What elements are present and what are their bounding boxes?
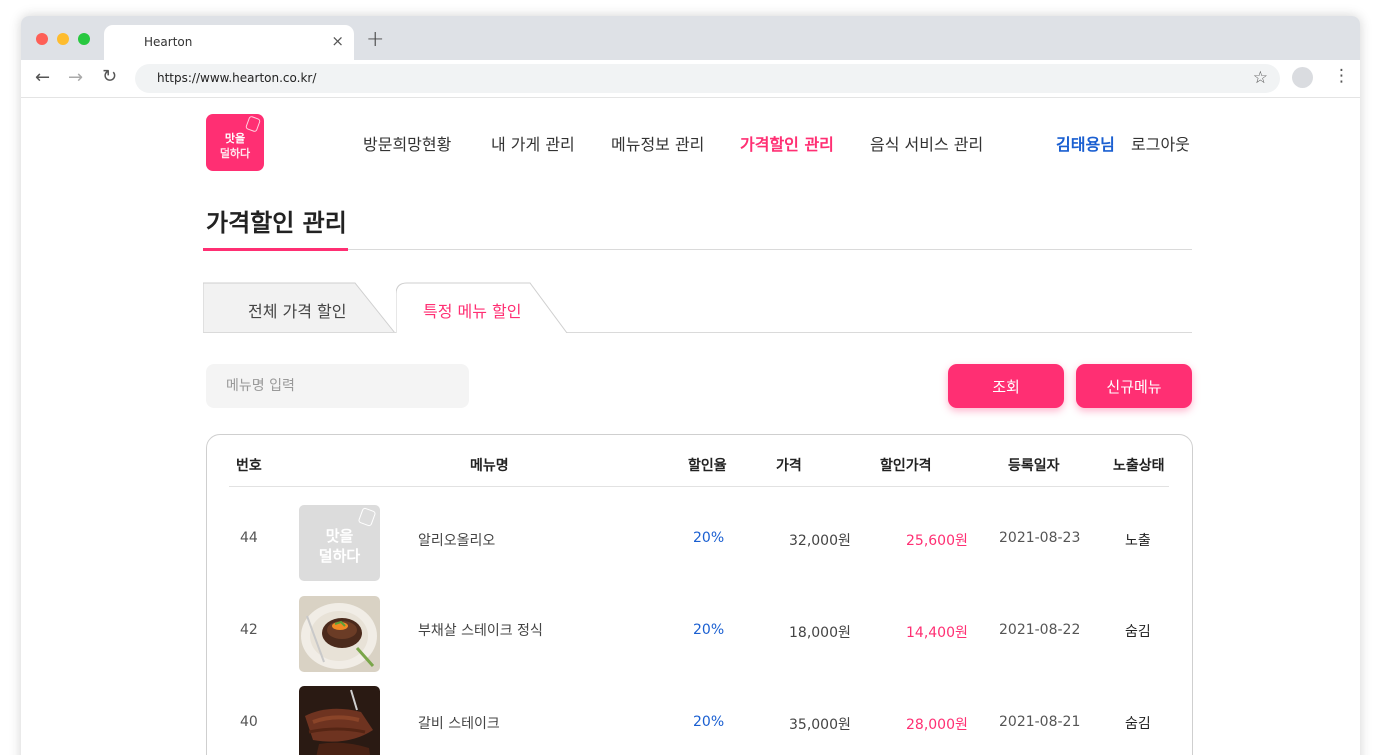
cell-menu-name[interactable]: 갈비 스테이크: [418, 713, 500, 733]
steak-plate-photo[interactable]: [299, 596, 380, 672]
cell-reg-date: 2021-08-21: [999, 714, 1081, 730]
cell-price: 32,000원: [789, 533, 851, 549]
cell-discount-price: 14,400원: [906, 625, 968, 641]
user-name[interactable]: 김태용님: [1056, 131, 1115, 155]
logo-text-line2: 덜하다: [219, 147, 251, 160]
site-logo[interactable]: 맛을 덜하다: [206, 114, 264, 171]
cell-reg-date: 2021-08-22: [999, 622, 1081, 638]
tag-icon: [357, 507, 377, 527]
nav-item-my-store[interactable]: 내 가게 관리: [491, 131, 575, 155]
cell-number: 40: [240, 714, 258, 730]
tab-all-discount[interactable]: 전체 가격 할인: [203, 282, 398, 333]
cell-discount-rate: 20%: [693, 714, 725, 730]
tabs-divider: [203, 332, 1192, 333]
nav-item-visit-status[interactable]: 방문희망현황: [363, 131, 451, 155]
header-discount-rate: 할인율: [688, 458, 727, 474]
header-visibility: 노출상태: [1113, 458, 1165, 474]
cell-discount-rate: 20%: [693, 530, 725, 546]
header-reg-date: 등록일자: [1008, 458, 1060, 474]
cell-discount-price: 25,600원: [906, 533, 968, 549]
header-price: 가격: [776, 458, 802, 474]
cell-visibility[interactable]: 노출: [1125, 530, 1151, 550]
title-accent-bar: [203, 248, 348, 251]
header-menu-name: 메뉴명: [470, 458, 509, 474]
title-divider: [203, 249, 1192, 250]
menu-thumbnail-placeholder[interactable]: 맛을 덜하다: [299, 505, 380, 581]
header-divider: [229, 486, 1169, 487]
cell-visibility[interactable]: 숨김: [1125, 713, 1151, 733]
header-number: 번호: [236, 458, 262, 474]
cell-number: 42: [240, 622, 258, 638]
tab-specific-menu-discount[interactable]: 특정 메뉴 할인: [396, 282, 571, 333]
cell-reg-date: 2021-08-23: [999, 530, 1081, 546]
cell-menu-name[interactable]: 알리오올리오: [418, 530, 495, 550]
nav-item-menu-info[interactable]: 메뉴정보 관리: [611, 131, 704, 155]
header-discount-price: 할인가격: [880, 458, 932, 474]
cell-number: 44: [240, 530, 258, 546]
cell-discount-rate: 20%: [693, 622, 725, 638]
nav-item-food-service[interactable]: 음식 서비스 관리: [870, 131, 983, 155]
logout-link[interactable]: 로그아웃: [1131, 131, 1190, 155]
tab-label: 전체 가격 할인: [248, 302, 347, 321]
page-title: 가격할인 관리: [206, 209, 347, 237]
placeholder-text-line1: 맛을: [325, 527, 354, 545]
cell-visibility[interactable]: 숨김: [1125, 621, 1151, 641]
search-button[interactable]: 조회: [948, 364, 1064, 408]
logo-text-line1: 맛을: [224, 132, 246, 145]
cell-menu-name[interactable]: 부채살 스테이크 정식: [418, 620, 543, 640]
menu-search-input[interactable]: [206, 364, 469, 408]
new-menu-button[interactable]: 신규메뉴: [1076, 364, 1192, 408]
placeholder-text-line2: 덜하다: [318, 547, 361, 565]
cell-price: 18,000원: [789, 625, 851, 641]
page: 맛을 덜하다 방문희망현황 내 가게 관리 메뉴정보 관리 가격할인 관리 음식…: [0, 0, 1380, 755]
tab-label: 특정 메뉴 할인: [423, 302, 522, 321]
galbi-steak-photo[interactable]: [299, 686, 380, 755]
cell-discount-price: 28,000원: [906, 717, 968, 733]
cell-price: 35,000원: [789, 717, 851, 733]
nav-item-price-discount[interactable]: 가격할인 관리: [740, 131, 834, 155]
